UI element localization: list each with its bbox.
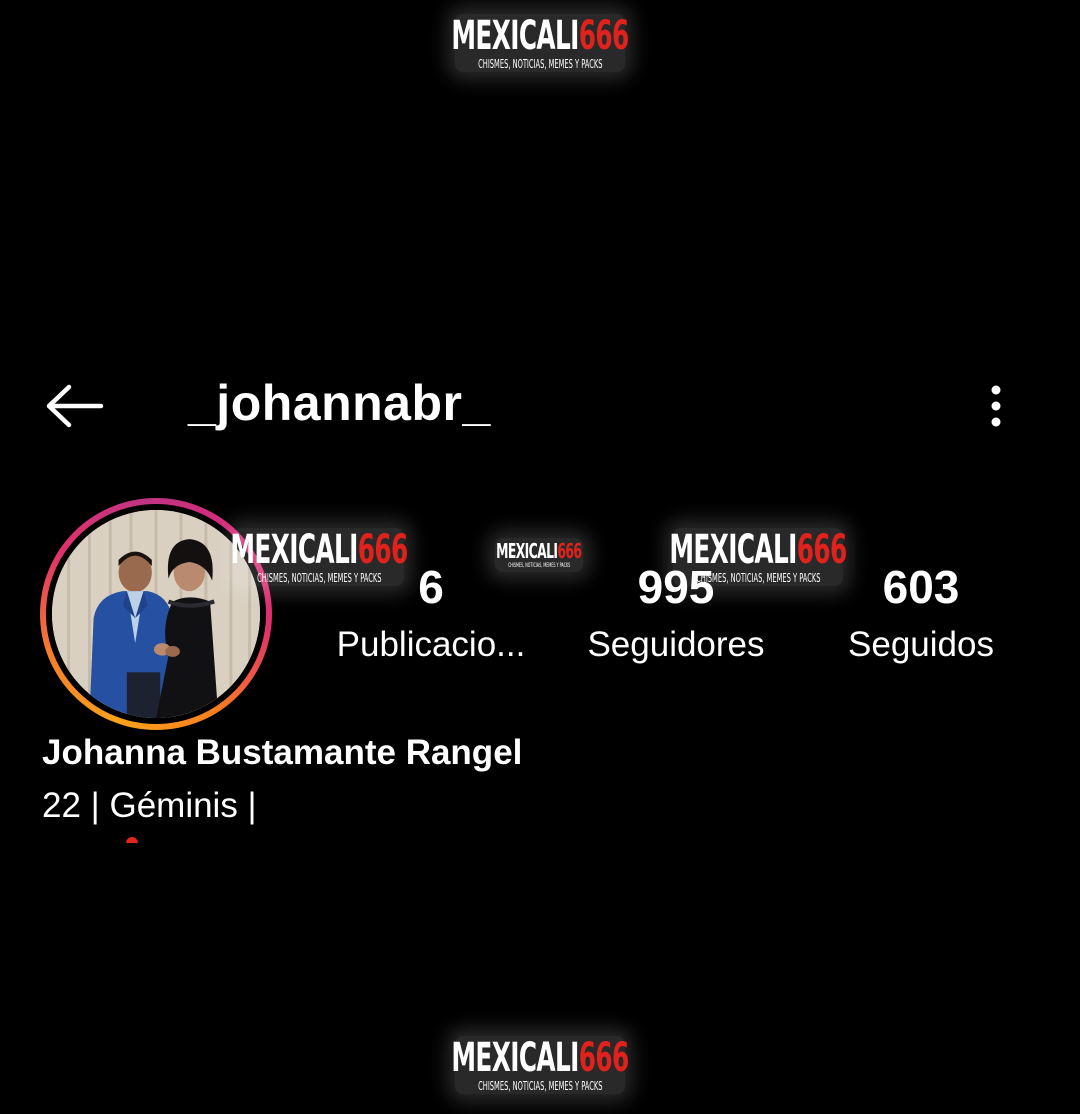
- avatar-photo: [52, 510, 260, 718]
- options-menu-button[interactable]: [972, 378, 1020, 434]
- watermark-number: 666: [357, 527, 409, 573]
- profile-screen: _johannabr_ 6 Publicacio... 995 Seguidor…: [0, 0, 1080, 1114]
- watermark-logo-bottom: MEXICALI 666 CHISMES, NOTICIAS, MEMES Y P…: [451, 1036, 629, 1094]
- watermark-title: MEXICALI: [230, 527, 358, 573]
- watermark-title: MEXICALI: [451, 1035, 579, 1081]
- stat-posts-label: Publicacio...: [336, 625, 526, 664]
- stat-followers-label: Seguidores: [587, 625, 765, 664]
- watermark-number: 666: [578, 13, 630, 59]
- watermark-logo-stats: MEXICALI 666 CHISMES, NOTICIAS, MEMES Y P…: [669, 528, 847, 586]
- stat-following-label: Seguidos: [848, 625, 994, 664]
- watermark-logo-avatar: MEXICALI 666 CHISMES, NOTICIAS, MEMES Y P…: [230, 528, 408, 586]
- watermark-subtitle: CHISMES, NOTICIAS, MEMES Y PACKS: [477, 57, 603, 71]
- watermark-title: MEXICALI: [669, 527, 797, 573]
- arrow-left-icon: [46, 384, 104, 428]
- watermark-logo-small: MEXICALI 666 CHISMES, NOTICIAS, MEMES Y P…: [495, 538, 583, 572]
- watermark-title: MEXICALI: [496, 539, 558, 563]
- couple-photo-image: [52, 510, 260, 718]
- back-button[interactable]: [40, 378, 108, 434]
- watermark-subtitle: CHISMES, NOTICIAS, MEMES Y PACKS: [256, 571, 382, 585]
- watermark-number: 666: [796, 527, 848, 573]
- profile-full-name: Johanna Bustamante Rangel: [42, 733, 523, 772]
- watermark-logo-top: MEXICALI 666 CHISMES, NOTICIAS, MEMES Y P…: [451, 14, 629, 72]
- more-vertical-icon: [991, 385, 1001, 427]
- watermark-number: 666: [578, 1035, 630, 1081]
- profile-username: _johannabr_: [188, 375, 491, 431]
- watermark-number: 666: [557, 539, 583, 563]
- watermark-subtitle: CHISMES, NOTICIAS, MEMES Y PACKS: [477, 1079, 603, 1093]
- watermark-subtitle: CHISMES, NOTICIAS, MEMES Y PACKS: [695, 571, 821, 585]
- profile-bio: 22 | Géminis |: [42, 786, 257, 825]
- watermark-subtitle: CHISMES, NOTICIAS, MEMES Y PACKS: [507, 562, 571, 569]
- bio-emoji-partial: [126, 837, 138, 843]
- watermark-title: MEXICALI: [451, 13, 579, 59]
